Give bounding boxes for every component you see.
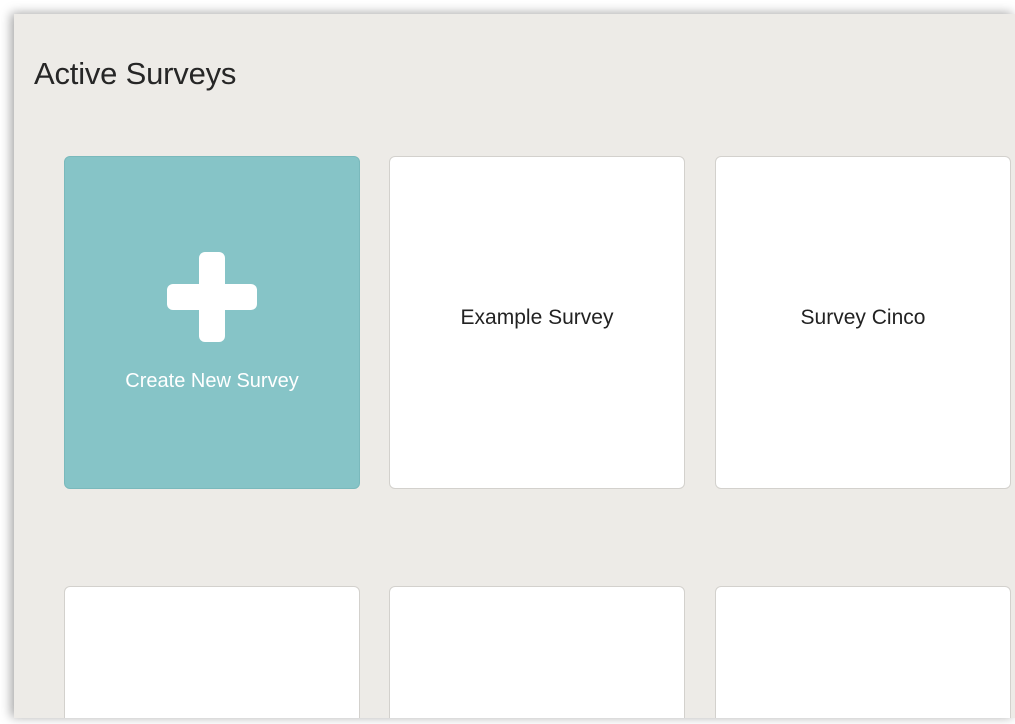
survey-card-label: Example Survey <box>460 305 614 329</box>
survey-card[interactable] <box>389 586 685 718</box>
surveys-panel: Active Surveys Create New Survey Example… <box>14 14 1015 718</box>
survey-card[interactable] <box>715 586 1011 718</box>
create-new-survey-card[interactable]: Create New Survey <box>64 156 360 489</box>
survey-card-example-survey[interactable]: Example Survey <box>389 156 685 489</box>
create-new-survey-label: Create New Survey <box>125 370 299 392</box>
page-title: Active Surveys <box>34 56 237 91</box>
plus-icon <box>167 252 257 342</box>
survey-card-label: Survey Cinco <box>800 305 926 329</box>
survey-card-survey-cinco[interactable]: Survey Cinco <box>715 156 1011 489</box>
survey-card[interactable] <box>64 586 360 718</box>
